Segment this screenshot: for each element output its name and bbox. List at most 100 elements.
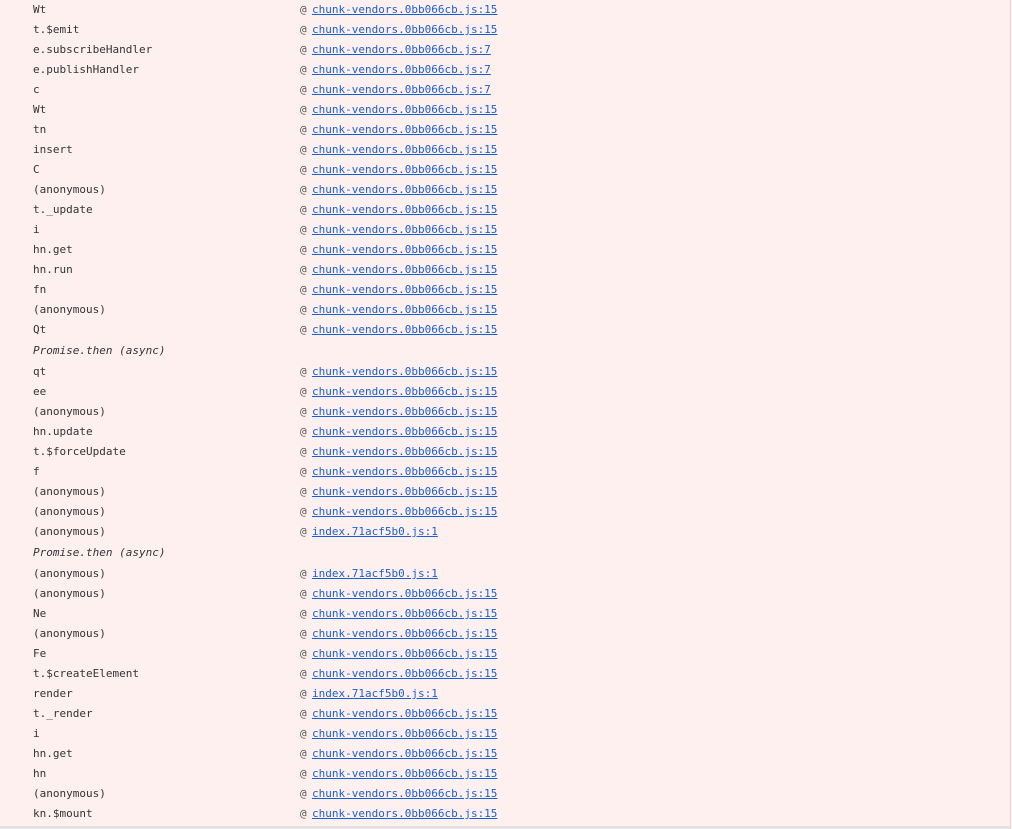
stack-frame-row: (anonymous) @ chunk-vendors.0bb066cb.js:15 xyxy=(0,180,1010,200)
function-name: hn.run xyxy=(33,263,73,276)
function-name: ee xyxy=(33,385,47,398)
async-label: Promise.then (async) xyxy=(33,546,166,559)
at-symbol: @ xyxy=(300,3,307,16)
stack-frame-row: Qt @ chunk-vendors.0bb066cb.js:15 xyxy=(0,320,1010,340)
source-link[interactable]: chunk-vendors.0bb066cb.js:15 xyxy=(312,382,497,402)
at-symbol: @ xyxy=(300,465,307,478)
at-symbol: @ xyxy=(300,23,307,36)
function-name: (anonymous) xyxy=(33,505,106,518)
source-link[interactable]: chunk-vendors.0bb066cb.js:15 xyxy=(312,0,497,20)
at-symbol: @ xyxy=(300,647,307,660)
source-link[interactable]: chunk-vendors.0bb066cb.js:15 xyxy=(312,704,497,724)
source-link[interactable]: chunk-vendors.0bb066cb.js:15 xyxy=(312,120,497,140)
source-link[interactable]: chunk-vendors.0bb066cb.js:15 xyxy=(312,260,497,280)
function-name: i xyxy=(33,223,40,236)
source-link[interactable]: chunk-vendors.0bb066cb.js:15 xyxy=(312,624,497,644)
stack-frame-row: C @ chunk-vendors.0bb066cb.js:15 xyxy=(0,160,1010,180)
source-link[interactable]: chunk-vendors.0bb066cb.js:15 xyxy=(312,200,497,220)
source-link[interactable]: chunk-vendors.0bb066cb.js:15 xyxy=(312,764,497,784)
source-link[interactable]: chunk-vendors.0bb066cb.js:15 xyxy=(312,422,497,442)
source-link[interactable]: chunk-vendors.0bb066cb.js:15 xyxy=(312,724,497,744)
source-link[interactable]: index.71acf5b0.js:1 xyxy=(312,564,438,584)
source-link[interactable]: chunk-vendors.0bb066cb.js:15 xyxy=(312,180,497,200)
stack-frame-row: insert @ chunk-vendors.0bb066cb.js:15 xyxy=(0,140,1010,160)
at-symbol: @ xyxy=(300,385,307,398)
at-symbol: @ xyxy=(300,203,307,216)
at-symbol: @ xyxy=(300,747,307,760)
source-link[interactable]: chunk-vendors.0bb066cb.js:15 xyxy=(312,280,497,300)
function-name: (anonymous) xyxy=(33,567,106,580)
source-link[interactable]: chunk-vendors.0bb066cb.js:15 xyxy=(312,584,497,604)
source-link[interactable]: chunk-vendors.0bb066cb.js:15 xyxy=(312,240,497,260)
at-symbol: @ xyxy=(300,103,307,116)
at-symbol: @ xyxy=(300,567,307,580)
source-link[interactable]: chunk-vendors.0bb066cb.js:15 xyxy=(312,804,497,824)
stack-frame-row: i @ chunk-vendors.0bb066cb.js:15 xyxy=(0,724,1010,744)
source-link[interactable]: index.71acf5b0.js:1 xyxy=(312,684,438,704)
error-stack-trace: Wt @ chunk-vendors.0bb066cb.js:15 t.$emit @ c… xyxy=(0,0,1011,829)
at-symbol: @ xyxy=(300,485,307,498)
function-name: render xyxy=(33,687,73,700)
source-link[interactable]: chunk-vendors.0bb066cb.js:15 xyxy=(312,664,497,684)
stack-frame-row: hn.update @ chunk-vendors.0bb066cb.js:15 xyxy=(0,422,1010,442)
stack-frame-row: Wt @ chunk-vendors.0bb066cb.js:15 xyxy=(0,100,1010,120)
source-link[interactable]: chunk-vendors.0bb066cb.js:15 xyxy=(312,644,497,664)
function-name: (anonymous) xyxy=(33,627,106,640)
function-name: hn.get xyxy=(33,747,73,760)
source-link[interactable]: chunk-vendors.0bb066cb.js:15 xyxy=(312,462,497,482)
stack-frame-row: e.subscribeHandler @ chunk-vendors.0bb066c… xyxy=(0,40,1010,60)
stack-frame-row: kn.$mount @ chunk-vendors.0bb066cb.js:15 xyxy=(0,804,1010,824)
source-link[interactable]: chunk-vendors.0bb066cb.js:15 xyxy=(312,220,497,240)
stack-frame-row: (anonymous) @ chunk-vendors.0bb066cb.js:15 xyxy=(0,300,1010,320)
function-name: Wt xyxy=(33,103,47,116)
source-link[interactable]: chunk-vendors.0bb066cb.js:15 xyxy=(312,300,497,320)
source-link[interactable]: chunk-vendors.0bb066cb.js:7 xyxy=(312,60,491,80)
at-symbol: @ xyxy=(300,687,307,700)
stack-frame-row: (anonymous) @ chunk-vendors.0bb066cb.js:15 xyxy=(0,482,1010,502)
async-boundary-row: Promise.then (async) xyxy=(0,542,1010,564)
source-link[interactable]: chunk-vendors.0bb066cb.js:15 xyxy=(312,20,497,40)
function-name: hn xyxy=(33,767,47,780)
source-link[interactable]: chunk-vendors.0bb066cb.js:7 xyxy=(312,40,491,60)
at-symbol: @ xyxy=(300,767,307,780)
stack-frame-row: tn @ chunk-vendors.0bb066cb.js:15 xyxy=(0,120,1010,140)
stack-frame-row: t.$createElement @ chunk-vendors.0bb066cb.… xyxy=(0,664,1010,684)
at-symbol: @ xyxy=(300,123,307,136)
source-link[interactable]: chunk-vendors.0bb066cb.js:7 xyxy=(312,80,491,100)
source-link[interactable]: chunk-vendors.0bb066cb.js:15 xyxy=(312,744,497,764)
source-link[interactable]: chunk-vendors.0bb066cb.js:15 xyxy=(312,402,497,422)
function-name: t._update xyxy=(33,203,93,216)
source-link[interactable]: chunk-vendors.0bb066cb.js:15 xyxy=(312,320,497,340)
source-link[interactable]: chunk-vendors.0bb066cb.js:15 xyxy=(312,482,497,502)
source-link[interactable]: chunk-vendors.0bb066cb.js:15 xyxy=(312,160,497,180)
at-symbol: @ xyxy=(300,667,307,680)
function-name: t.$createElement xyxy=(33,667,139,680)
stack-frame-row: (anonymous) @ chunk-vendors.0bb066cb.js:15 xyxy=(0,502,1010,522)
source-link[interactable]: chunk-vendors.0bb066cb.js:15 xyxy=(312,100,497,120)
function-name: (anonymous) xyxy=(33,587,106,600)
source-link[interactable]: chunk-vendors.0bb066cb.js:15 xyxy=(312,362,497,382)
source-link[interactable]: chunk-vendors.0bb066cb.js:15 xyxy=(312,604,497,624)
source-link[interactable]: chunk-vendors.0bb066cb.js:15 xyxy=(312,784,497,804)
at-symbol: @ xyxy=(300,83,307,96)
function-name: qt xyxy=(33,365,47,378)
source-link[interactable]: chunk-vendors.0bb066cb.js:15 xyxy=(312,442,497,462)
at-symbol: @ xyxy=(300,365,307,378)
function-name: C xyxy=(33,163,40,176)
function-name: e.publishHandler xyxy=(33,63,139,76)
function-name: Fe xyxy=(33,647,47,660)
stack-frame-row: Ne @ chunk-vendors.0bb066cb.js:15 xyxy=(0,604,1010,624)
stack-frame-row: f @ chunk-vendors.0bb066cb.js:15 xyxy=(0,462,1010,482)
stack-frame-row: Wt @ chunk-vendors.0bb066cb.js:15 xyxy=(0,0,1010,20)
async-boundary-row: Promise.then (async) xyxy=(0,340,1010,362)
function-name: tn xyxy=(33,123,47,136)
stack-frame-row: t.$emit @ chunk-vendors.0bb066cb.js:15 xyxy=(0,20,1010,40)
source-link[interactable]: index.71acf5b0.js:1 xyxy=(312,522,438,542)
stack-frame-row: Fe @ chunk-vendors.0bb066cb.js:15 xyxy=(0,644,1010,664)
at-symbol: @ xyxy=(300,303,307,316)
stack-frame-row: fn @ chunk-vendors.0bb066cb.js:15 xyxy=(0,280,1010,300)
function-name: Qt xyxy=(33,323,47,336)
source-link[interactable]: chunk-vendors.0bb066cb.js:15 xyxy=(312,140,497,160)
source-link[interactable]: chunk-vendors.0bb066cb.js:15 xyxy=(312,502,497,522)
at-symbol: @ xyxy=(300,223,307,236)
